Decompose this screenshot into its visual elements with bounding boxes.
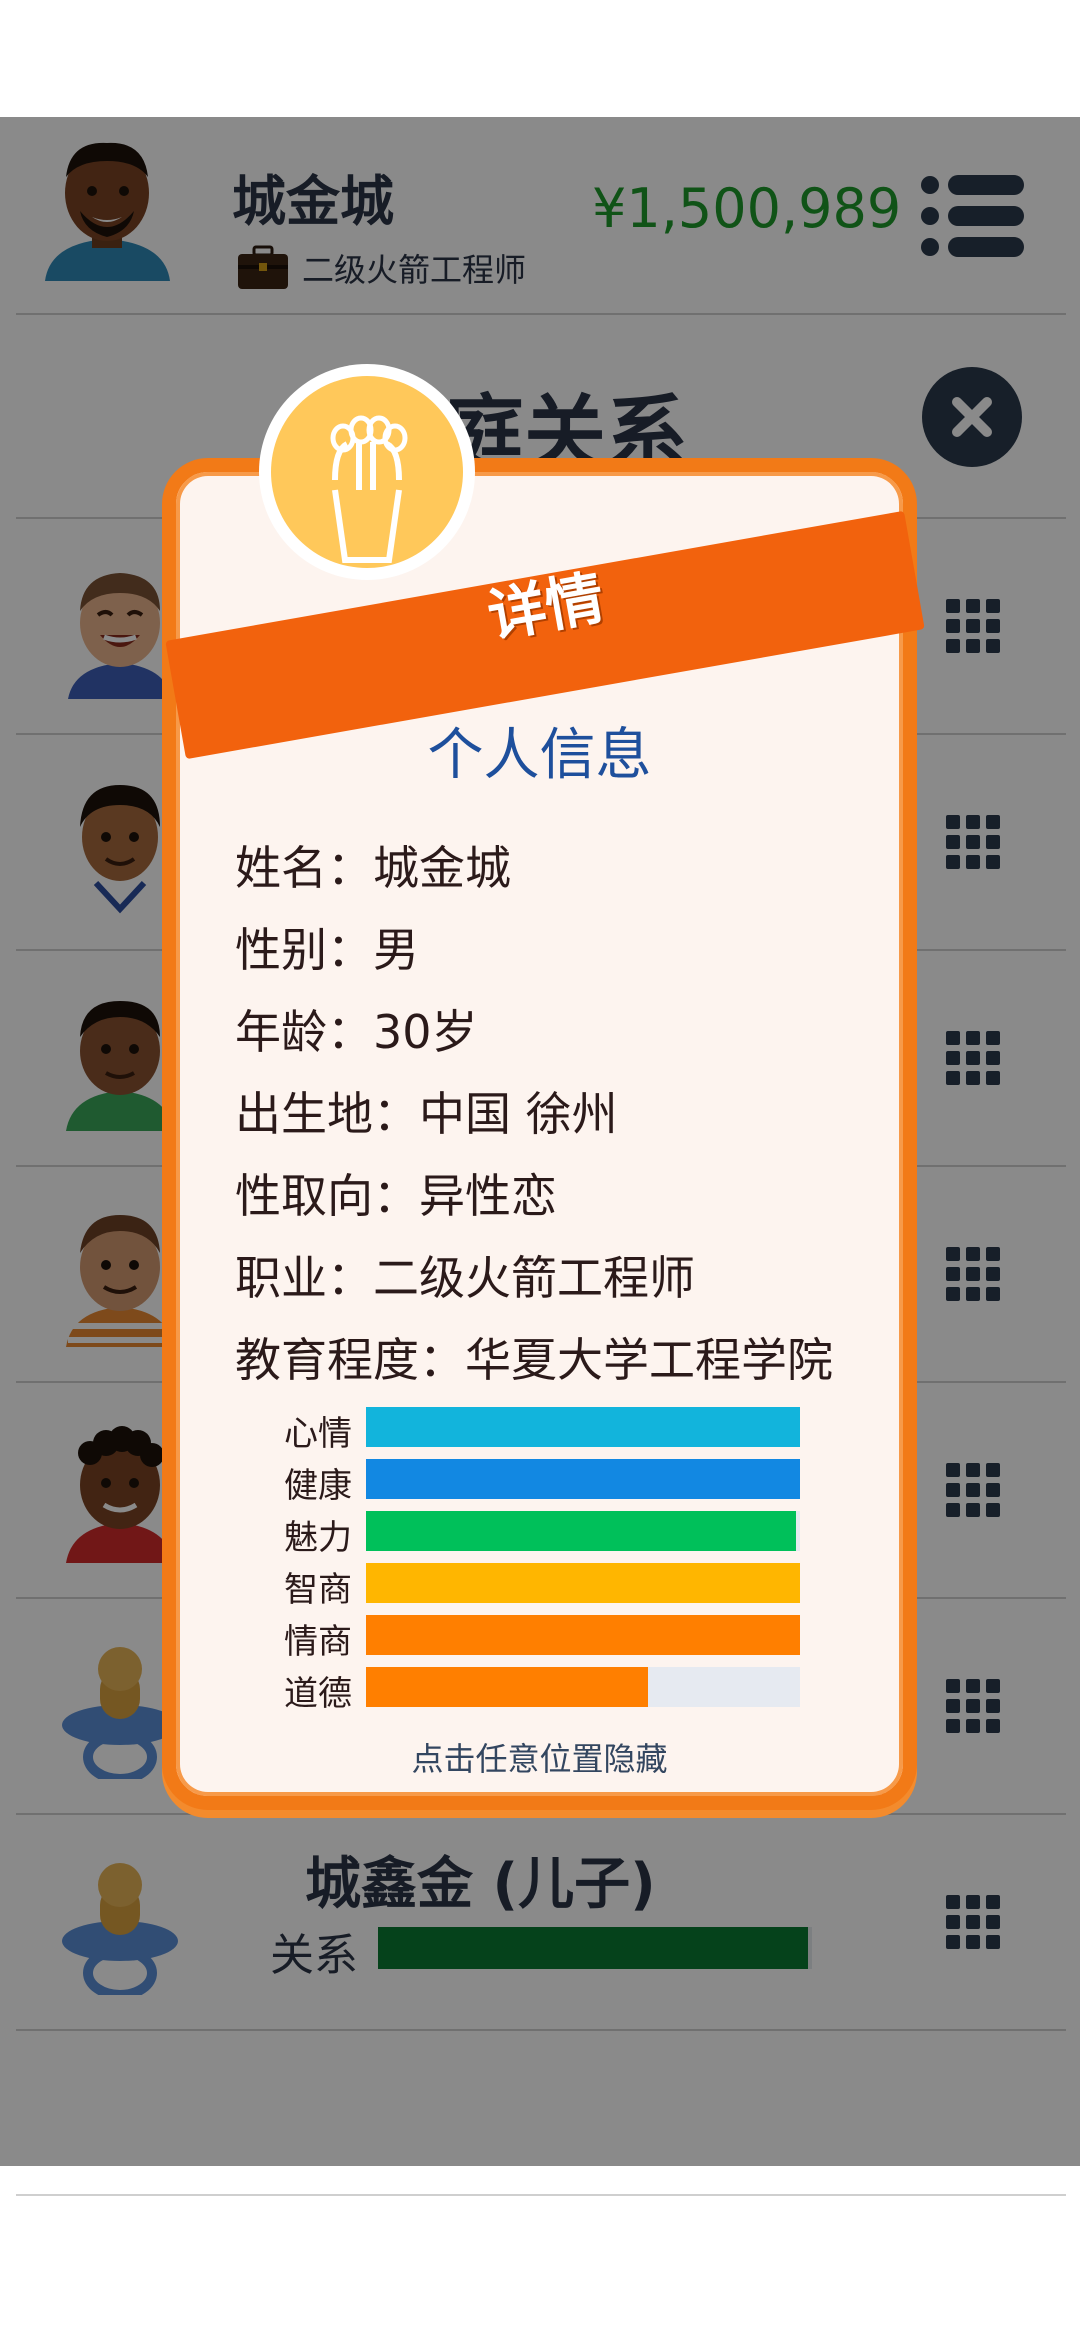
info-birthplace: 出生地：中国 徐州 <box>235 1087 618 1141</box>
info-age: 年龄：30岁 <box>235 1005 478 1059</box>
info-value: 中国 徐州 <box>419 1087 618 1141</box>
info-name: 姓名：城金城 <box>235 841 511 895</box>
stat-fill <box>366 1615 800 1655</box>
info-label: 年龄 <box>235 1005 327 1059</box>
info-value: 异性恋 <box>419 1169 557 1223</box>
modal-title: 个人信息 <box>427 723 652 788</box>
stat-fill <box>366 1667 649 1707</box>
info-value: 男 <box>373 923 419 977</box>
info-gender: 性别：男 <box>235 923 419 977</box>
stat-bar-charm <box>366 1511 800 1551</box>
stat-bar-morality <box>366 1667 800 1707</box>
stat-bar-iq <box>366 1563 800 1603</box>
stat-label-mood: 心情 <box>284 1414 352 1454</box>
info-occupation: 职业：二级火箭工程师 <box>235 1251 695 1305</box>
info-value: 城金城 <box>373 841 511 895</box>
info-value: 华夏大学工程学院 <box>465 1333 833 1387</box>
info-label: 职业 <box>235 1251 327 1305</box>
stat-fill <box>366 1511 796 1551</box>
stat-label-health: 健康 <box>284 1466 352 1506</box>
stat-bar-mood <box>366 1407 800 1447</box>
stat-label-morality: 道德 <box>284 1674 352 1714</box>
stat-label-charm: 魅力 <box>284 1518 352 1558</box>
info-value: 30岁 <box>373 1005 478 1059</box>
stat-fill <box>366 1459 800 1499</box>
info-value: 二级火箭工程师 <box>373 1251 695 1305</box>
info-orientation: 性取向：异性恋 <box>235 1169 557 1223</box>
stat-label-eq: 情商 <box>284 1622 352 1662</box>
stat-label-iq: 智商 <box>284 1570 352 1610</box>
stat-fill <box>366 1563 800 1603</box>
info-label: 出生地 <box>235 1087 373 1141</box>
info-label: 性别 <box>235 923 327 977</box>
stat-bar-eq <box>366 1615 800 1655</box>
lightbulb-icon <box>259 364 475 580</box>
info-label: 性取向 <box>235 1169 373 1223</box>
bottom-divider <box>16 2194 1066 2196</box>
stat-fill <box>366 1407 800 1447</box>
dismiss-hint: 点击任意位置隐藏 <box>411 1740 668 1778</box>
info-label: 教育程度 <box>235 1333 419 1387</box>
info-label: 姓名 <box>235 841 327 895</box>
info-education: 教育程度：华夏大学工程学院 <box>235 1333 833 1387</box>
stat-bar-health <box>366 1459 800 1499</box>
